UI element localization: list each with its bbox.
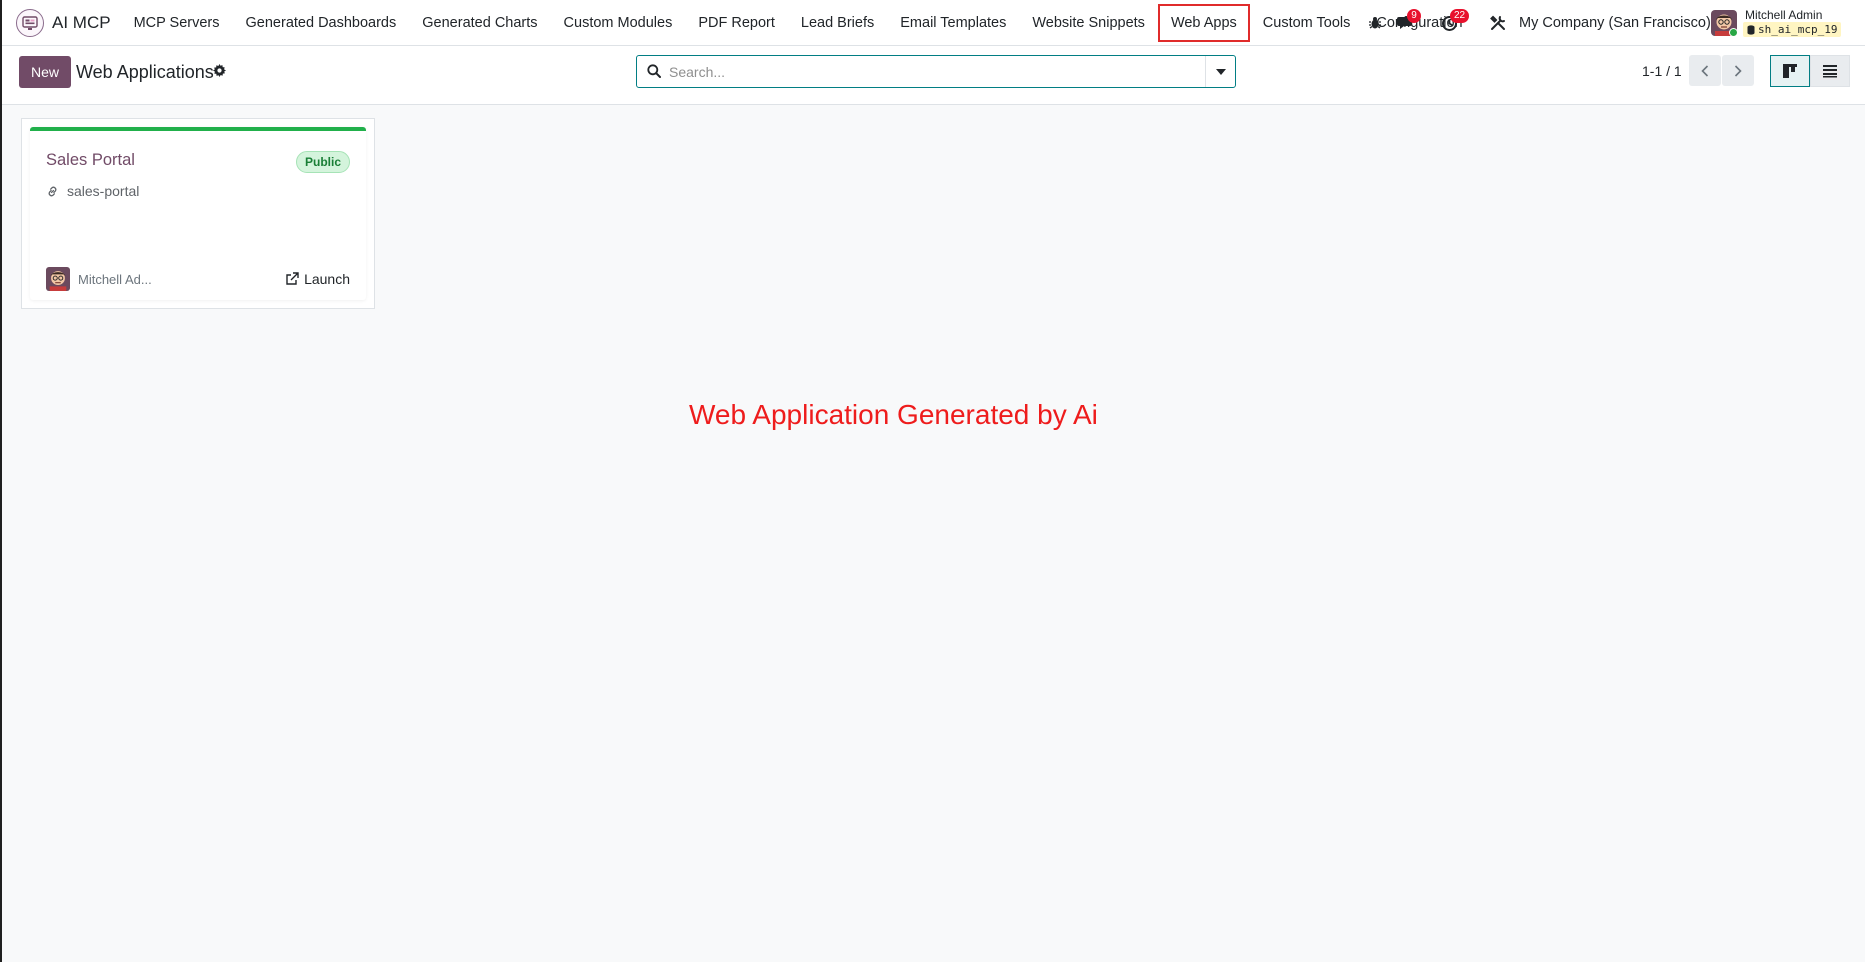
tools-icon[interactable] <box>1487 13 1509 33</box>
kanban-view: Sales Portal Public sales-portal Mitchel… <box>21 118 375 309</box>
overlay-caption: Web Application Generated by Ai <box>689 399 1098 430</box>
messages-count-badge: 9 <box>1407 9 1421 23</box>
record-slug: sales-portal <box>67 183 140 199</box>
page-title[interactable]: Web Applications <box>76 62 214 83</box>
database-icon <box>1747 24 1755 35</box>
caret-down-icon <box>1215 68 1226 75</box>
app-name: AI MCP <box>52 12 111 32</box>
activities-count-badge: 22 <box>1450 9 1470 23</box>
database-name: sh_ai_mcp_19 <box>1758 23 1838 36</box>
messages-chat-icon[interactable]: 9 <box>1395 9 1421 33</box>
debug-bug-icon[interactable] <box>1364 13 1386 33</box>
menu-item-web-apps[interactable]: Web Apps <box>1157 3 1250 42</box>
slug-row: sales-portal <box>46 183 139 199</box>
list-view-icon <box>1823 65 1837 78</box>
search-icon <box>647 64 661 83</box>
user-name[interactable]: Mitchell Admin <box>1745 8 1822 22</box>
external-link-icon <box>286 272 299 285</box>
activities-clock-icon[interactable]: 22 <box>1438 9 1470 33</box>
menu-item-pdf-report[interactable]: PDF Report <box>685 4 788 42</box>
app-brand[interactable]: AI MCP <box>16 0 121 46</box>
search-input[interactable] <box>637 56 1205 87</box>
new-button[interactable]: New <box>19 56 71 88</box>
chevron-left-icon <box>1701 64 1709 77</box>
menu-item-custom-tools[interactable]: Custom Tools <box>1250 4 1364 42</box>
record-name[interactable]: Sales Portal <box>46 151 135 170</box>
menu-item-lead-briefs[interactable]: Lead Briefs <box>788 4 887 42</box>
menu-item-generated-charts[interactable]: Generated Charts <box>409 4 550 42</box>
gear-icon[interactable] <box>213 64 226 82</box>
menu-item-generated-dashboards[interactable]: Generated Dashboards <box>233 4 410 42</box>
pager-value[interactable]: 1-1 / 1 <box>1642 63 1682 79</box>
search-options-toggle[interactable] <box>1205 56 1235 87</box>
kanban-view-icon <box>1783 64 1797 78</box>
menu-item-mcp-servers[interactable]: MCP Servers <box>121 4 233 42</box>
status-badge: Public <box>295 151 350 173</box>
record-owner: Mitchell Ad... <box>78 272 152 287</box>
ai-mcp-logo-icon <box>16 8 44 37</box>
pager-previous-button[interactable] <box>1689 55 1721 86</box>
search-bar <box>636 55 1236 88</box>
menu-item-email-templates[interactable]: Email Templates <box>887 4 1019 42</box>
database-tag: sh_ai_mcp_19 <box>1743 22 1842 37</box>
owner-avatar <box>46 267 70 291</box>
kanban-view-button[interactable] <box>1770 55 1810 87</box>
chevron-right-icon <box>1734 64 1742 77</box>
link-icon <box>48 186 57 196</box>
kanban-card[interactable]: Sales Portal Public sales-portal Mitchel… <box>30 127 366 300</box>
menu-item-custom-modules[interactable]: Custom Modules <box>551 4 686 42</box>
control-panel: New Web Applications 1-1 / 1 <box>2 46 1865 105</box>
launch-label: Launch <box>304 271 350 287</box>
launch-button[interactable]: Launch <box>285 271 350 287</box>
online-status-indicator <box>1729 28 1738 37</box>
menu-item-website-snippets[interactable]: Website Snippets <box>1019 4 1158 42</box>
pager-next-button[interactable] <box>1722 55 1754 86</box>
top-navbar: AI MCP MCP Servers Generated Dashboards … <box>2 0 1865 46</box>
list-view-button[interactable] <box>1810 55 1850 87</box>
company-switcher[interactable]: My Company (San Francisco) <box>1519 15 1711 31</box>
main-menu: MCP Servers Generated Dashboards Generat… <box>121 0 1476 46</box>
